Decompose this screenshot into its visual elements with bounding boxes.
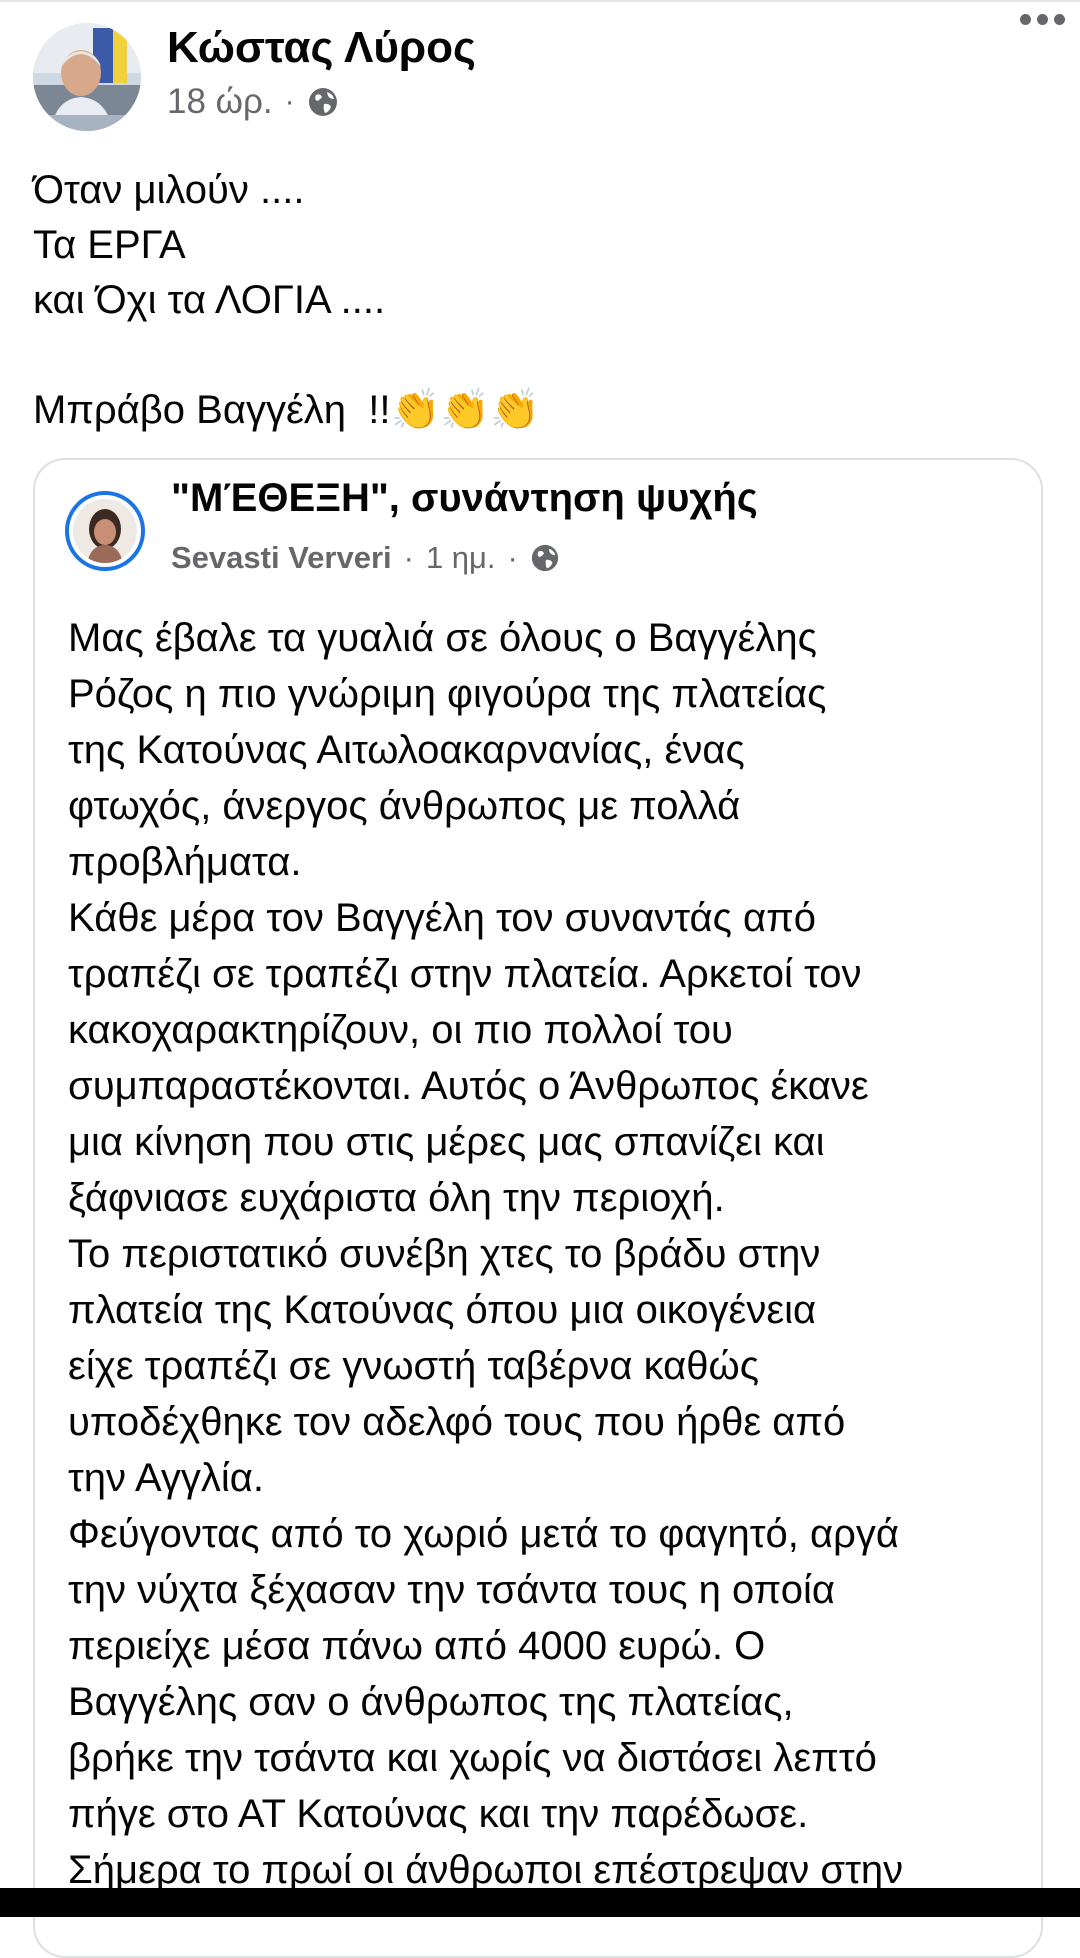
post-text: Όταν μιλούν .... Τα ΕΡΓΑ και Όχι τα ΛΟΓΙ… — [33, 163, 540, 438]
shared-text-line: τραπέζι σε τραπέζι στην πλατεία. Αρκετοί… — [68, 952, 862, 996]
shared-text-line: πήγε στο ΑΤ Κατούνας και την παρέδωσε. — [68, 1792, 809, 1836]
globe-icon — [308, 88, 337, 116]
shared-text-line: της Κατούνας Αιτωλοακαρνανίας, ένας — [68, 728, 745, 772]
shared-text-line: Φεύγοντας από το χωριό μετά το φαγητό, α… — [68, 1512, 899, 1556]
clapping-hands-icon: 👏 — [440, 387, 491, 433]
shared-text-line: συμπαραστέκονται. Αυτός ο Άνθρωπος έκανε — [68, 1064, 869, 1108]
meta-separator: · — [284, 85, 295, 118]
system-navigation-bar — [0, 1888, 1080, 1917]
shared-text-line: Βαγγέλης σαν ο άνθρωπος της πλατείας, — [68, 1680, 794, 1724]
shared-post-info: "ΜΈΘΕΞΗ", συνάντηση ψυχής Sevasti Verver… — [171, 476, 758, 576]
group-name[interactable]: "ΜΈΘΕΞΗ", συνάντηση ψυχής — [171, 474, 758, 522]
meta-separator: · — [403, 540, 414, 575]
shared-post-meta: Sevasti Ververi · 1 ημ. · — [171, 540, 758, 576]
user-photo-icon — [73, 499, 137, 563]
more-dot-icon — [1036, 13, 1048, 25]
shared-text-line: υποδέχθηκε τον αδελφό τους που ήρθε από — [68, 1400, 846, 1444]
shared-text-line: πλατεία της Κατούνας όπου μια οικογένεια — [68, 1288, 817, 1332]
shared-text-line: την Αγγλία. — [68, 1456, 265, 1500]
author-info: Κώστας Λύρος 18 ώρ. · — [167, 23, 476, 122]
shared-text-line: την νύχτα ξέχασαν την τσάντα τους η οποί… — [68, 1568, 835, 1612]
shared-text-line: Μας έβαλε τα γυαλιά σε όλους ο Βαγγέλης — [68, 616, 817, 660]
clapping-hands-icon: 👏 — [390, 387, 441, 433]
poster-name[interactable]: Sevasti Ververi — [171, 540, 392, 576]
shared-text-line: φτωχός, άνεργος άνθρωπος με πολλά — [68, 784, 741, 828]
globe-icon — [531, 544, 558, 572]
shared-post-card[interactable]: "ΜΈΘΕΞΗ", συνάντηση ψυχής Sevasti Verver… — [33, 458, 1043, 1958]
shared-post-text: Μας έβαλε τα γυαλιά σε όλους ο Βαγγέλης … — [68, 610, 1028, 1898]
group-avatar[interactable] — [65, 491, 145, 571]
shared-post-time[interactable]: 1 ημ. — [426, 540, 496, 576]
shared-text-line: Κάθε μέρα τον Βαγγέλη τον συναντάς από — [68, 896, 816, 940]
top-divider — [0, 0, 1080, 2]
shared-text-line: περιείχε μέσα πάνω από 4000 ευρώ. Ο — [68, 1624, 766, 1668]
shared-text-line: είχε τραπέζι σε γνωστή ταβέρνα καθώς — [68, 1344, 759, 1388]
shared-text-line: μια κίνηση που στις μέρες μας σπανίζει κ… — [68, 1120, 825, 1164]
author-photo-icon — [33, 23, 141, 131]
shared-text-line: ξάφνιασε ευχάριστα όλη την περιοχή. — [68, 1176, 725, 1220]
post-text-line-bravo: Μπράβο Βαγγέλη !! — [33, 388, 391, 432]
post-text-line: Μπράβο Βαγγέλη !!👏👏👏 — [33, 383, 540, 438]
post-text-line — [33, 328, 540, 383]
post-time[interactable]: 18 ώρ. — [167, 82, 273, 122]
author-avatar[interactable] — [33, 23, 141, 131]
post-text-line: Τα ΕΡΓΑ — [33, 223, 186, 267]
clapping-hands-icon: 👏 — [490, 387, 540, 433]
more-dot-icon — [1053, 13, 1065, 25]
shared-post-header: "ΜΈΘΕΞΗ", συνάντηση ψυχής Sevasti Verver… — [65, 476, 758, 576]
shared-text-line: Ρόζος η πιο γνώριμη φιγούρα της πλατείας — [68, 672, 827, 716]
more-options-button[interactable] — [1012, 6, 1072, 32]
meta-separator: · — [507, 540, 518, 575]
shared-text-line: προβλήματα. — [68, 840, 302, 884]
more-dot-icon — [1019, 13, 1031, 25]
author-name[interactable]: Κώστας Λύρος — [167, 22, 476, 74]
post-header: Κώστας Λύρος 18 ώρ. · — [33, 22, 476, 132]
post-meta: 18 ώρ. · — [167, 82, 476, 122]
shared-text-line: Το περιστατικό συνέβη χτες το βράδυ στην — [68, 1232, 821, 1276]
post-text-line: και Όχι τα ΛΟΓΙΑ .... — [33, 278, 386, 322]
shared-text-line: βρήκε την τσάντα και χωρίς να διστάσει λ… — [68, 1736, 877, 1780]
group-avatar-photo — [73, 499, 137, 563]
post-text-line: Όταν μιλούν .... — [33, 168, 305, 212]
shared-text-line: κακοχαρακτηρίζουν, οι πιο πολλοί του — [68, 1008, 733, 1052]
